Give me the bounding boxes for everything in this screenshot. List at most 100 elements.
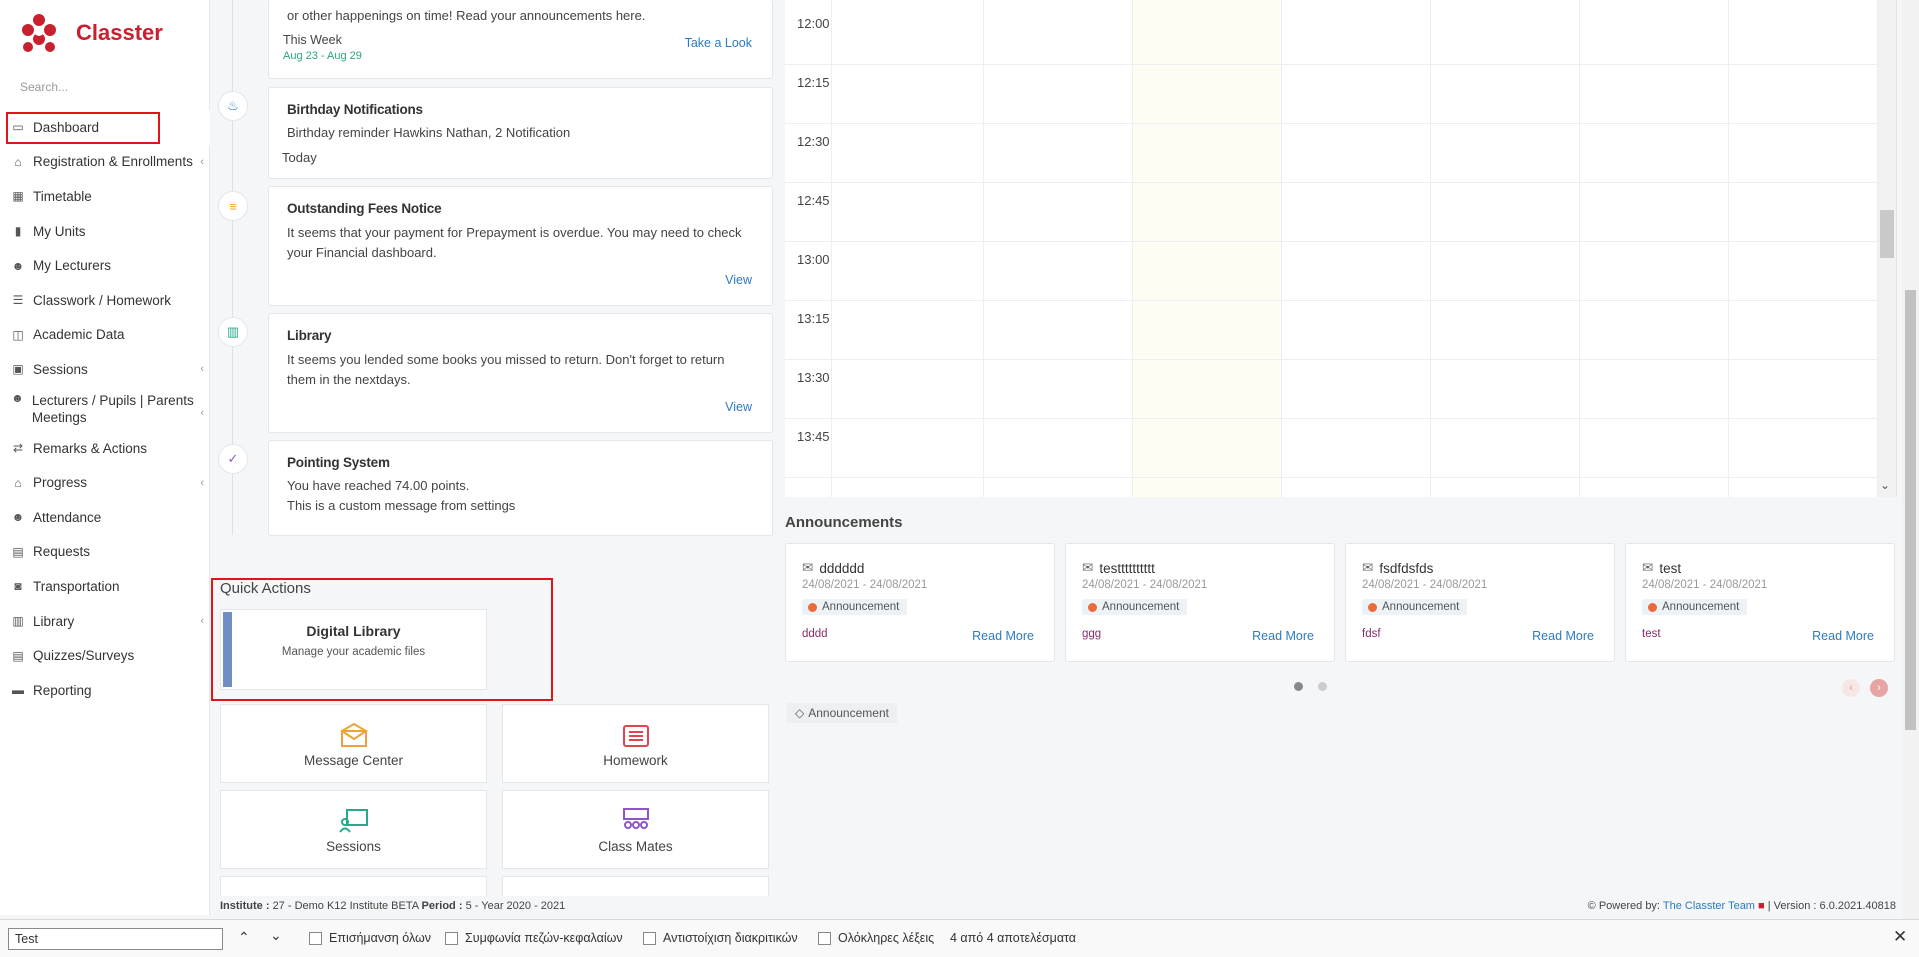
announcement-tag-label: Announcement: [1382, 601, 1460, 613]
find-next-button[interactable]: ⌄: [270, 927, 282, 944]
sidebar-item-timetable[interactable]: ▦ Timetable: [0, 179, 210, 214]
users-icon: ☻: [11, 258, 25, 273]
announcement-filter-tag[interactable]: ◇ Announcement: [787, 703, 897, 723]
calendar-grid[interactable]: 12:00 12:15 12:30 12:45 13:00 13:15 13:30 13:45: [785, 0, 1897, 497]
time-label: 13:30: [797, 370, 830, 385]
sidebar-item-label: Academic Data: [33, 327, 125, 343]
calendar-time-row[interactable]: 13:15: [785, 301, 1896, 360]
calendar-time-row[interactable]: 12:45: [785, 183, 1896, 242]
highlight-all-option[interactable]: Επισήμανση όλων: [309, 931, 431, 945]
homework-card[interactable]: Homework: [502, 704, 769, 783]
announcement-tag-label: Announcement: [1662, 601, 1740, 613]
calendar-scrollbar-thumb[interactable]: [1880, 210, 1894, 258]
read-more-link[interactable]: Read More: [1812, 629, 1874, 643]
page-footer: Institute : 27 - Demo K12 Institute BETA…: [220, 900, 1896, 912]
more-card-1[interactable]: [220, 876, 487, 896]
announcement-header: ✉ dddddd: [802, 560, 864, 576]
read-more-link[interactable]: Read More: [1532, 629, 1594, 643]
carousel-dot-active[interactable]: [1294, 682, 1303, 691]
sidebar-item-my-units[interactable]: ▮ My Units: [0, 214, 210, 249]
find-previous-button[interactable]: ⌃: [238, 929, 250, 946]
checkbox[interactable]: [643, 931, 656, 945]
announcement-body: test: [1642, 628, 1661, 640]
sidebar-item-quizzes-surveys[interactable]: ▤ Quizzes/Surveys: [0, 638, 210, 673]
find-input[interactable]: Test: [8, 928, 223, 950]
more-card-2[interactable]: [502, 876, 769, 896]
points-custom-text: This is a custom message from settings: [287, 498, 516, 513]
sidebar-item-sessions[interactable]: ▣ Sessions ‹: [0, 352, 210, 387]
page-scrollbar-thumb[interactable]: [1905, 290, 1916, 730]
announcement-card[interactable]: ✉ test 24/08/2021 - 24/08/2021 Announcement…: [1625, 543, 1895, 662]
birthday-card: Birthday Notifications Birthday reminder…: [268, 87, 773, 179]
calendar-time-row[interactable]: 12:00: [785, 6, 1896, 65]
chevron-left-icon: ‹: [200, 406, 204, 419]
chevron-left-icon: ‹: [200, 476, 204, 489]
sidebar-item-attendance[interactable]: ☻ Attendance: [0, 500, 210, 535]
digital-library-card[interactable]: Digital Library Manage your academic fil…: [220, 609, 487, 690]
carousel-prev-button[interactable]: ‹: [1842, 679, 1860, 697]
status-dot: [1648, 602, 1657, 612]
sidebar-item-label: Classwork / Homework: [33, 292, 172, 308]
sidebar-item-classwork-homework[interactable]: ☰ Classwork / Homework: [0, 283, 210, 318]
checkbox[interactable]: [445, 931, 458, 945]
read-more-link[interactable]: Read More: [1252, 629, 1314, 643]
sidebar-search-input[interactable]: Search...: [20, 80, 68, 94]
printer-icon: ▬: [12, 683, 24, 698]
sessions-card[interactable]: Sessions: [220, 790, 487, 869]
carousel-next-button[interactable]: ›: [1870, 679, 1888, 697]
chart-icon: ◫: [12, 327, 24, 342]
footer-right: © Powered by: The Classter Team ■ | Vers…: [1588, 900, 1896, 912]
library-view-link[interactable]: View: [725, 400, 752, 414]
sidebar-item-library[interactable]: ▥ Library ‹: [0, 604, 210, 639]
sidebar-item-label: Transportation: [33, 578, 120, 594]
match-diacritics-option[interactable]: Αντιστοίχιση διακριτικών: [643, 931, 798, 945]
sidebar-item-remarks-actions[interactable]: ⇄ Remarks & Actions: [0, 431, 210, 466]
announcement-card[interactable]: ✉ dddddd 24/08/2021 - 24/08/2021 Announceme…: [785, 543, 1055, 662]
sidebar-item-requests[interactable]: ▤ Requests: [0, 535, 210, 570]
sidebar-item-registration-enrollments[interactable]: ⌂ Registration & Enrollments ‹: [0, 145, 210, 180]
announcement-card[interactable]: ✉ testttttttttt 24/08/2021 - 24/08/2021 Ann…: [1065, 543, 1335, 662]
presentation-icon: ▣: [12, 362, 24, 377]
app-logo[interactable]: Classter: [20, 12, 163, 54]
sidebar-item-reporting[interactable]: ▬ Reporting: [0, 673, 210, 708]
envelope-icon: ✉: [1362, 560, 1374, 575]
chevron-down-icon[interactable]: ⌄: [1880, 478, 1890, 492]
list-icon: ☰: [12, 293, 24, 308]
match-case-label: Συμφωνία πεζών-κεφαλαίων: [465, 931, 623, 945]
calendar-time-row[interactable]: 13:00: [785, 242, 1896, 301]
coins-icon: ≡: [218, 191, 248, 221]
envelope-icon: [339, 722, 368, 750]
checkbox[interactable]: [818, 931, 831, 945]
announcement-name: fsdfdsfds: [1379, 560, 1434, 576]
take-a-look-link[interactable]: Take a Look: [685, 36, 752, 50]
close-icon[interactable]: ✕: [1893, 927, 1907, 947]
reminder-text: or other happenings on time! Read your a…: [287, 8, 646, 23]
classter-team-link[interactable]: The Classter Team: [1663, 900, 1755, 912]
calendar-time-row[interactable]: 13:30: [785, 360, 1896, 419]
announcement-body: fdsf: [1362, 628, 1381, 640]
message-center-card[interactable]: Message Center: [220, 704, 487, 783]
dashboard-highlight: [6, 112, 160, 144]
sidebar-item-lecturers-pupils-parents-meetings[interactable]: ☻ Lecturers / Pupils | Parents Meetings ‹: [0, 387, 210, 431]
classroom-icon: [621, 808, 651, 837]
checkbox[interactable]: [309, 931, 322, 945]
calendar-time-row[interactable]: 13:45: [785, 419, 1896, 478]
match-case-option[interactable]: Συμφωνία πεζών-κεφαλαίων: [445, 931, 623, 945]
carousel-dot[interactable]: [1318, 682, 1327, 691]
class-mates-card[interactable]: Class Mates: [502, 790, 769, 869]
calendar-divider: [1132, 0, 1133, 497]
announcements-reminder-card: or other happenings on time! Read your a…: [268, 0, 773, 79]
calendar-time-row[interactable]: 12:15: [785, 65, 1896, 124]
calendar-time-row[interactable]: 12:30: [785, 124, 1896, 183]
announcement-name: dddddd: [819, 560, 865, 576]
announcement-card[interactable]: ✉ fsdfdsfds 24/08/2021 - 24/08/2021 Announc…: [1345, 543, 1615, 662]
sidebar-item-academic-data[interactable]: ◫ Academic Data: [0, 318, 210, 353]
fees-view-link[interactable]: View: [725, 273, 752, 287]
whole-words-option[interactable]: Ολόκληρες λέξεις: [818, 931, 934, 945]
sidebar-item-transportation[interactable]: ◙ Transportation: [0, 569, 210, 604]
bank-icon: ⌂: [14, 154, 22, 169]
fees-card: Outstanding Fees Notice It seems that yo…: [268, 186, 773, 306]
read-more-link[interactable]: Read More: [972, 629, 1034, 643]
sidebar-item-my-lecturers[interactable]: ☻ My Lecturers: [0, 248, 210, 283]
sidebar-item-progress[interactable]: ⌂ Progress ‹: [0, 465, 210, 500]
